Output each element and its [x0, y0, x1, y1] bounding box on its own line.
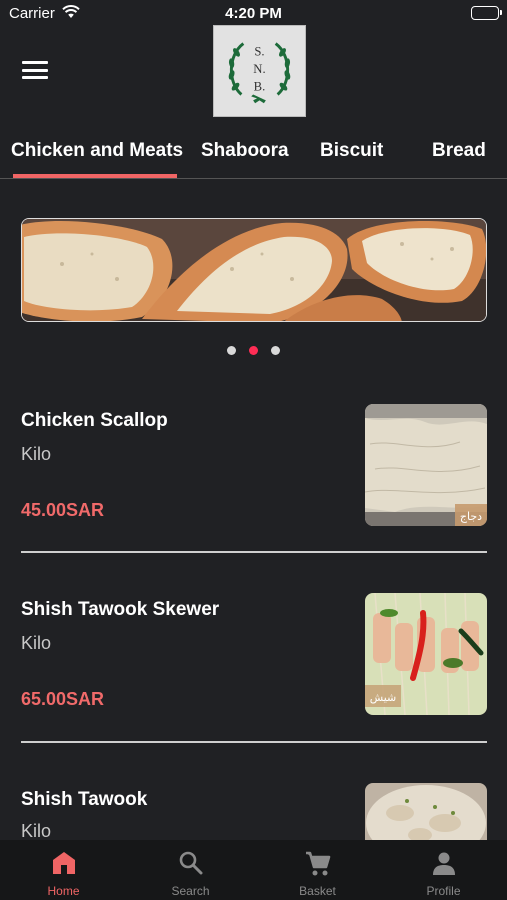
tab-chicken-and-meats[interactable]: Chicken and Meats: [11, 140, 183, 162]
battery-icon: [471, 6, 502, 20]
nav-basket[interactable]: Basket: [254, 840, 381, 900]
cart-icon: [305, 851, 331, 882]
carousel-page-dots: [0, 346, 507, 355]
nav-home[interactable]: Home: [0, 840, 127, 900]
bottom-tab-bar: Home Search Basket Profile: [0, 840, 507, 900]
logo-text-n: N.: [253, 62, 265, 76]
logo-text-s: S.: [254, 44, 264, 58]
nav-profile[interactable]: Profile: [380, 840, 507, 900]
product-unit: Kilo: [21, 633, 52, 653]
product-image: دجاج: [365, 404, 487, 526]
status-bar: Carrier 4:20 PM: [0, 0, 507, 28]
nav-search[interactable]: Search: [127, 840, 254, 900]
nav-label: Profile: [426, 884, 461, 898]
hamburger-menu-icon: [22, 61, 48, 64]
carousel-dot[interactable]: [271, 346, 280, 355]
list-divider: [21, 741, 487, 743]
person-icon: [432, 851, 456, 880]
list-divider: [21, 551, 487, 553]
product-name: Shish Tawook: [21, 789, 148, 810]
nav-label: Basket: [299, 884, 336, 898]
product-name: Chicken Scallop: [21, 410, 168, 431]
tab-shaboora[interactable]: Shaboora: [201, 140, 289, 162]
carousel-dot[interactable]: [227, 346, 236, 355]
status-time: 4:20 PM: [225, 5, 282, 22]
product-image: شيش: [365, 593, 487, 715]
product-unit: Kilo: [21, 821, 52, 841]
product-price: 65.00SAR: [21, 689, 105, 709]
product-price: 45.00SAR: [21, 500, 105, 520]
product-name: Shish Tawook Skewer: [21, 599, 220, 620]
product-image-caption: شيش: [370, 692, 397, 704]
menu-button[interactable]: [22, 61, 48, 81]
nav-label: Search: [171, 884, 210, 898]
promo-banner-image[interactable]: [21, 218, 487, 322]
logo-text-b: B.: [254, 80, 266, 94]
tab-bread[interactable]: Bread: [432, 140, 486, 162]
nav-label: Home: [47, 884, 80, 898]
product-image-caption: دجاج: [460, 511, 482, 523]
tabs-divider: [0, 178, 507, 179]
carousel-dot-active[interactable]: [249, 346, 258, 355]
category-tabs: Chicken and Meats Shaboora Biscuit Bread: [0, 130, 507, 180]
home-icon: [51, 851, 77, 880]
search-icon: [179, 851, 203, 880]
product-unit: Kilo: [21, 444, 52, 464]
product-item-chicken-scallop[interactable]: Chicken Scallop Kilo 45.00SAR دجاج: [0, 402, 507, 552]
tab-biscuit[interactable]: Biscuit: [320, 140, 383, 162]
brand-logo: S. N. B.: [213, 25, 306, 117]
product-item-shish-tawook-skewer[interactable]: Shish Tawook Skewer Kilo 65.00SAR شيش: [0, 591, 507, 741]
